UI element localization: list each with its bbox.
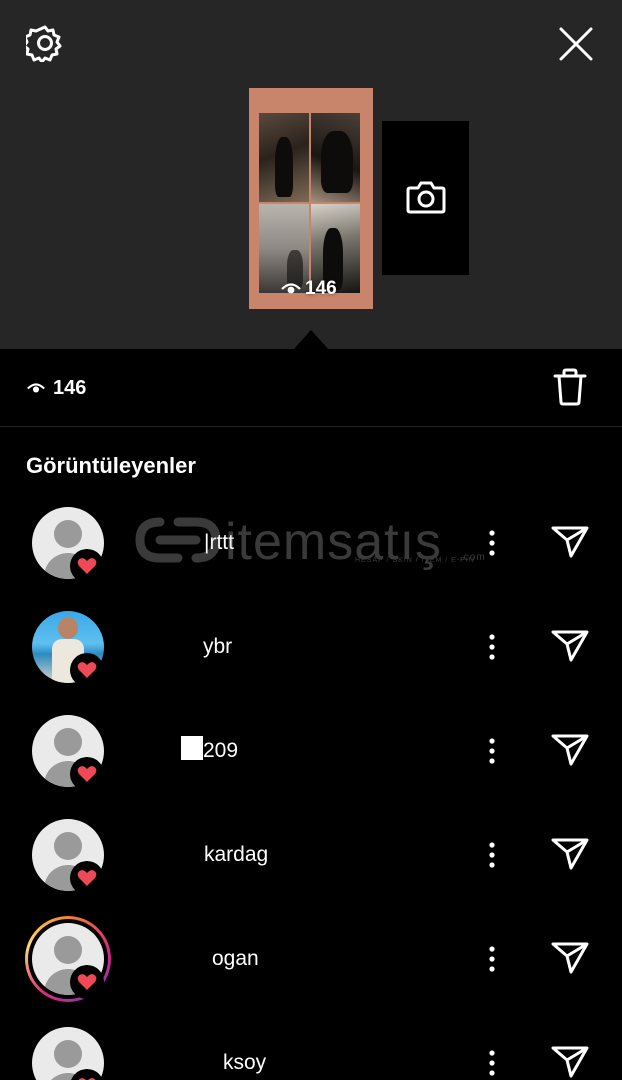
viewer-username[interactable]: kardag bbox=[204, 843, 268, 867]
viewer-row[interactable]: 209 bbox=[0, 715, 622, 819]
viewer-username[interactable]: 209 bbox=[203, 739, 238, 763]
heart-icon bbox=[77, 870, 97, 886]
story-thumbnail[interactable]: 146 bbox=[249, 88, 373, 309]
view-count: 146 bbox=[27, 377, 86, 400]
more-vertical-icon[interactable] bbox=[488, 841, 496, 869]
viewer-row[interactable]: |rttt bbox=[0, 507, 622, 611]
like-badge bbox=[70, 965, 104, 999]
viewer-username[interactable]: ksoy bbox=[223, 1051, 266, 1075]
camera-icon bbox=[406, 181, 446, 214]
heart-icon bbox=[77, 662, 97, 678]
story-image bbox=[259, 113, 360, 293]
eye-icon bbox=[281, 283, 301, 294]
more-vertical-icon[interactable] bbox=[488, 945, 496, 973]
send-icon[interactable] bbox=[551, 837, 589, 871]
viewer-username[interactable]: ybr bbox=[203, 635, 232, 659]
send-icon[interactable] bbox=[551, 525, 589, 559]
viewers-heading: Görüntüleyenler bbox=[26, 453, 196, 478]
like-badge bbox=[70, 757, 104, 791]
trash-icon[interactable] bbox=[552, 368, 588, 406]
gear-icon[interactable] bbox=[26, 24, 64, 62]
viewer-row[interactable]: ksoy bbox=[0, 1027, 622, 1080]
send-icon[interactable] bbox=[551, 1045, 589, 1079]
like-badge bbox=[70, 549, 104, 583]
viewer-row[interactable]: ogan bbox=[0, 916, 622, 1027]
add-story-button[interactable] bbox=[382, 121, 469, 275]
selected-story-pointer bbox=[293, 330, 329, 350]
story-preview-area: 146 bbox=[0, 0, 622, 350]
more-vertical-icon[interactable] bbox=[488, 737, 496, 765]
like-badge bbox=[70, 653, 104, 687]
send-icon[interactable] bbox=[551, 629, 589, 663]
close-icon[interactable] bbox=[558, 26, 594, 62]
send-icon[interactable] bbox=[551, 733, 589, 767]
viewer-username[interactable]: ogan bbox=[212, 947, 259, 971]
more-vertical-icon[interactable] bbox=[488, 1049, 496, 1077]
heart-icon bbox=[77, 974, 97, 990]
view-count-text: 146 bbox=[53, 377, 87, 399]
viewer-row[interactable]: ybr bbox=[0, 611, 622, 715]
redaction-block bbox=[181, 736, 203, 760]
heart-icon bbox=[77, 766, 97, 782]
story-thumb-view-count: 146 bbox=[281, 278, 337, 300]
like-badge bbox=[70, 861, 104, 895]
story-stats-bar: 146 bbox=[0, 349, 622, 427]
story-thumb-views-text: 146 bbox=[305, 278, 337, 299]
more-vertical-icon[interactable] bbox=[488, 633, 496, 661]
viewer-username[interactable]: |rttt bbox=[204, 531, 234, 555]
more-vertical-icon[interactable] bbox=[488, 529, 496, 557]
heart-icon bbox=[77, 558, 97, 574]
viewer-row[interactable]: kardag bbox=[0, 819, 622, 923]
eye-icon bbox=[27, 383, 45, 393]
send-icon[interactable] bbox=[551, 941, 589, 975]
